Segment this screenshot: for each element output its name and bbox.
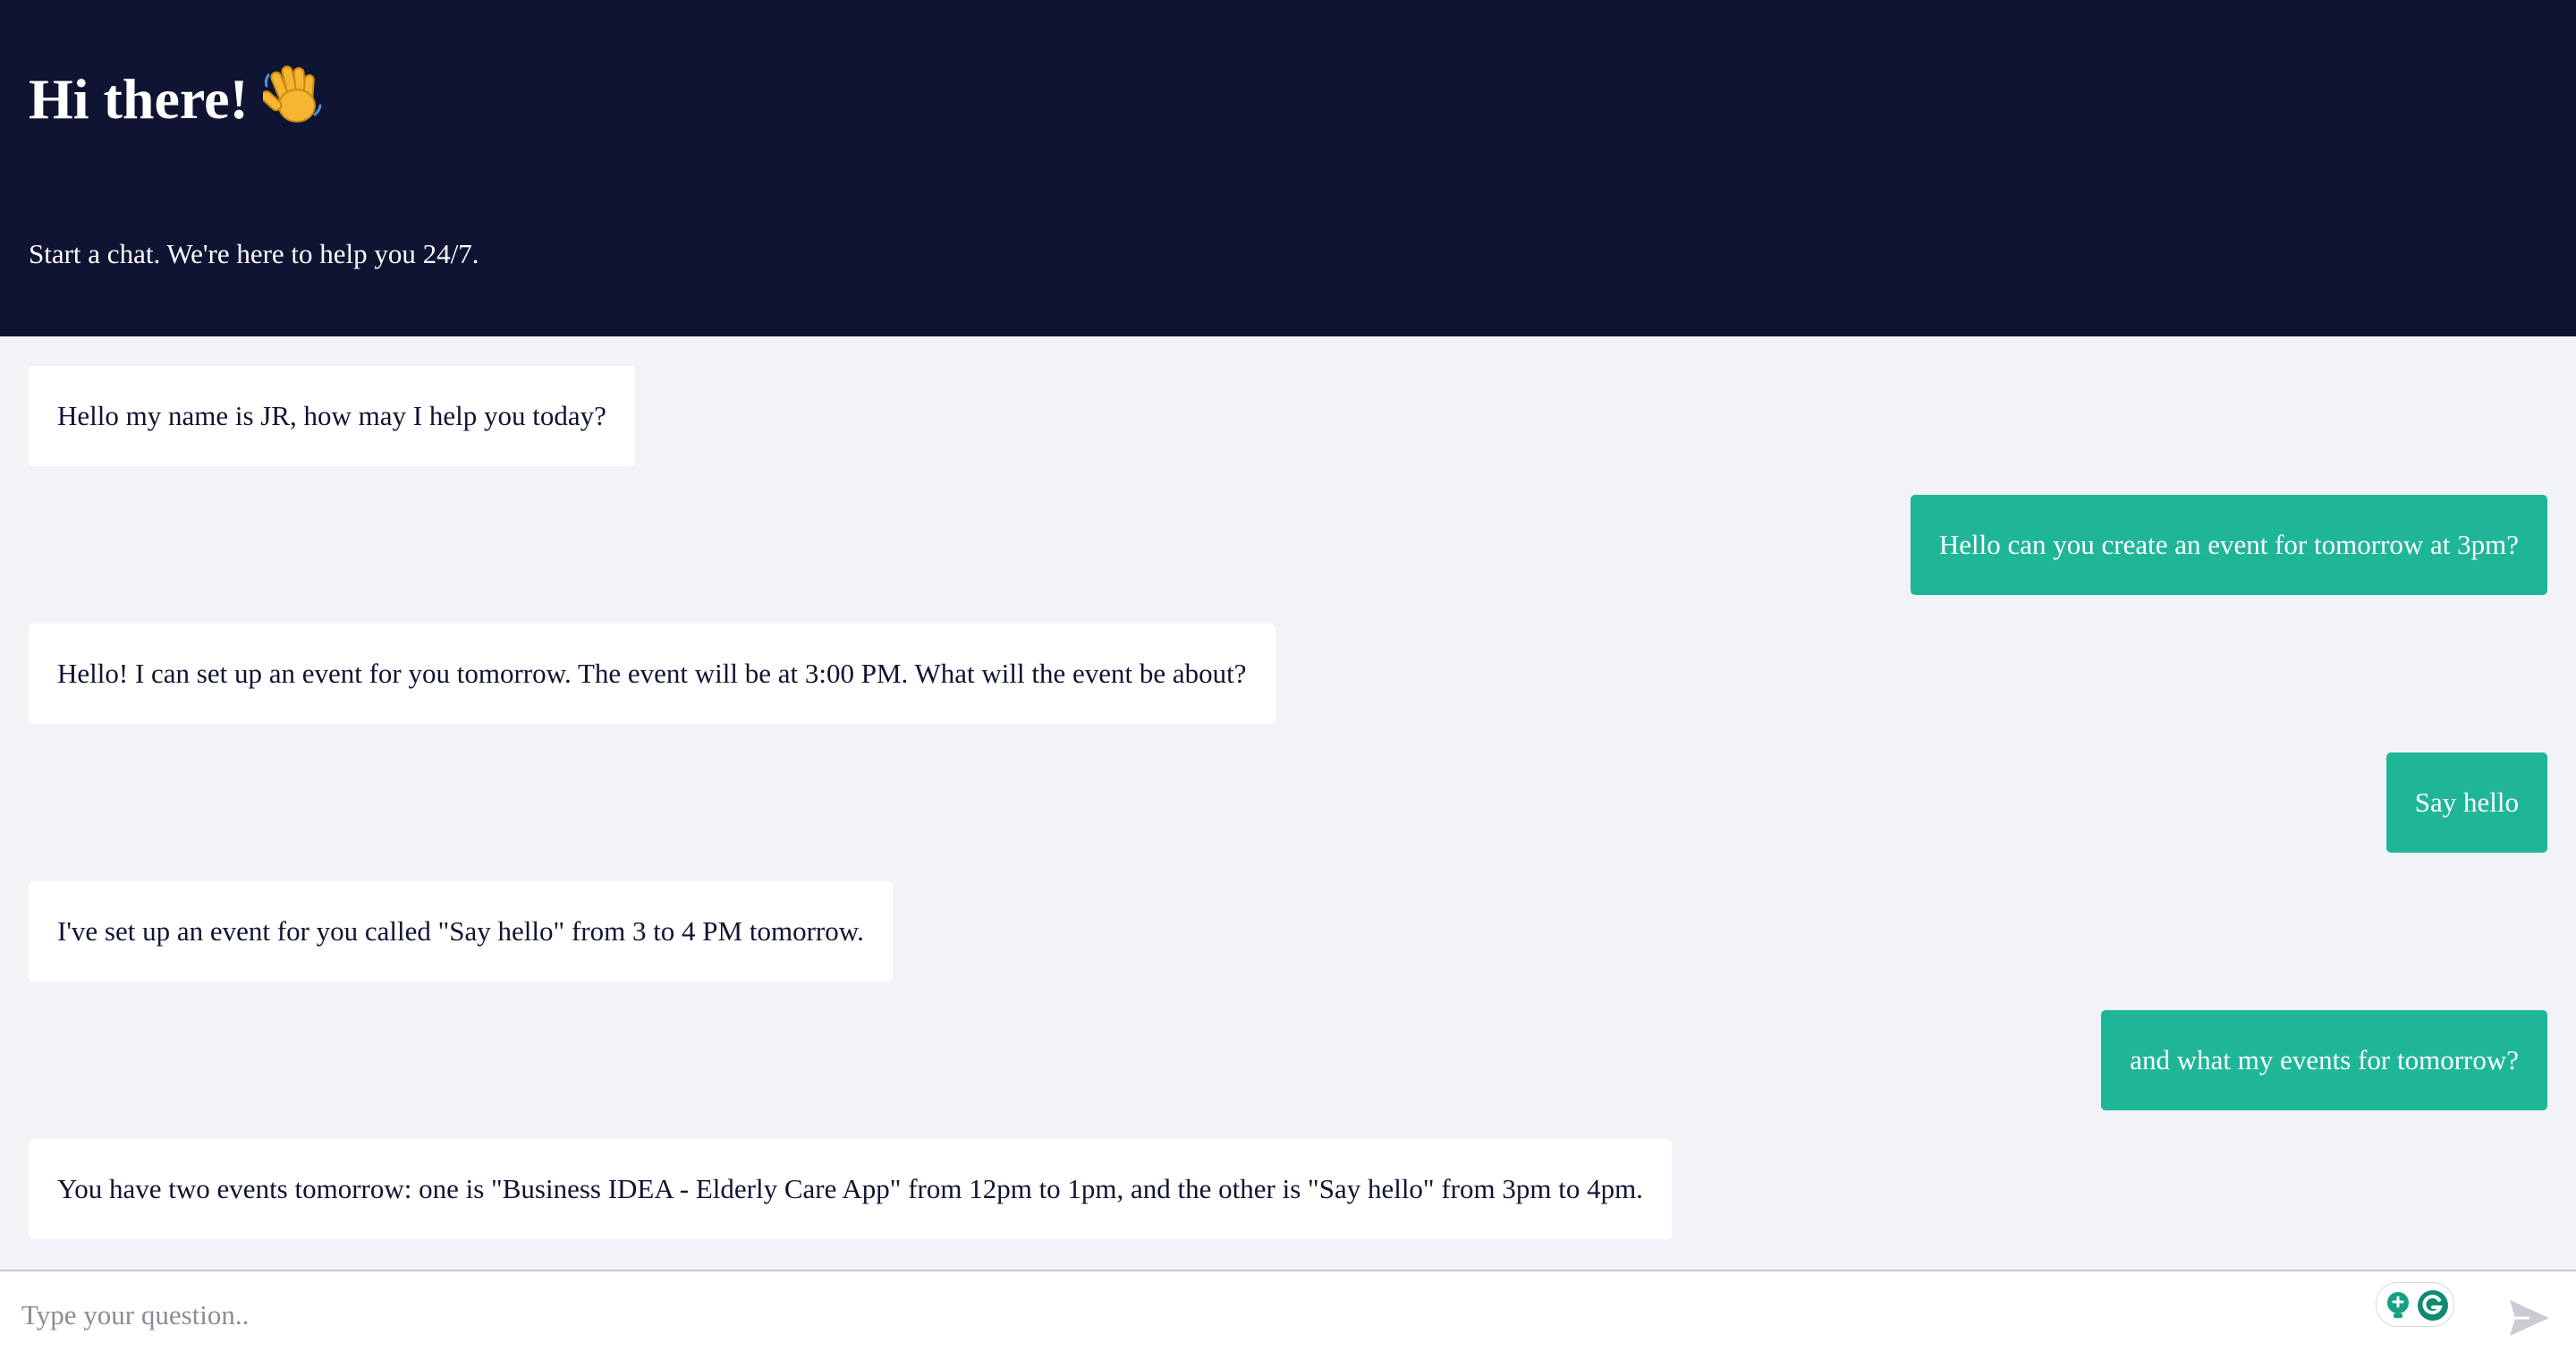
message-list: Hello my name is JR, how may I help you … <box>0 336 2576 1271</box>
header-subtitle: Start a chat. We're here to help you 24/… <box>29 238 479 269</box>
lightbulb-icon <box>2385 1291 2411 1324</box>
bot-message: Hello! I can set up an event for you tom… <box>29 624 1275 724</box>
bot-message: Hello my name is JR, how may I help you … <box>29 366 635 466</box>
user-message: and what my events for tomorrow? <box>2101 1010 2547 1110</box>
user-message: Say hello <box>2385 752 2547 853</box>
header-title-row: Hi there! <box>29 59 324 149</box>
question-input[interactable] <box>21 1289 2347 1341</box>
page-title: Hi there! <box>29 67 249 131</box>
waving-hand-icon <box>260 59 324 149</box>
chat-header: Hi there! Start a chat. We're here to he… <box>0 0 2576 336</box>
send-button[interactable] <box>2508 1298 2551 1338</box>
grammarly-icon <box>2416 1288 2450 1327</box>
bot-message: I've set up an event for you called "Say… <box>29 881 893 982</box>
bot-message: You have two events tomorrow: one is "Bu… <box>29 1139 1672 1239</box>
grammarly-badge[interactable] <box>2376 1282 2454 1327</box>
send-icon <box>2510 1300 2549 1336</box>
user-message: Hello can you create an event for tomorr… <box>1910 495 2547 595</box>
message-composer <box>0 1270 2576 1360</box>
